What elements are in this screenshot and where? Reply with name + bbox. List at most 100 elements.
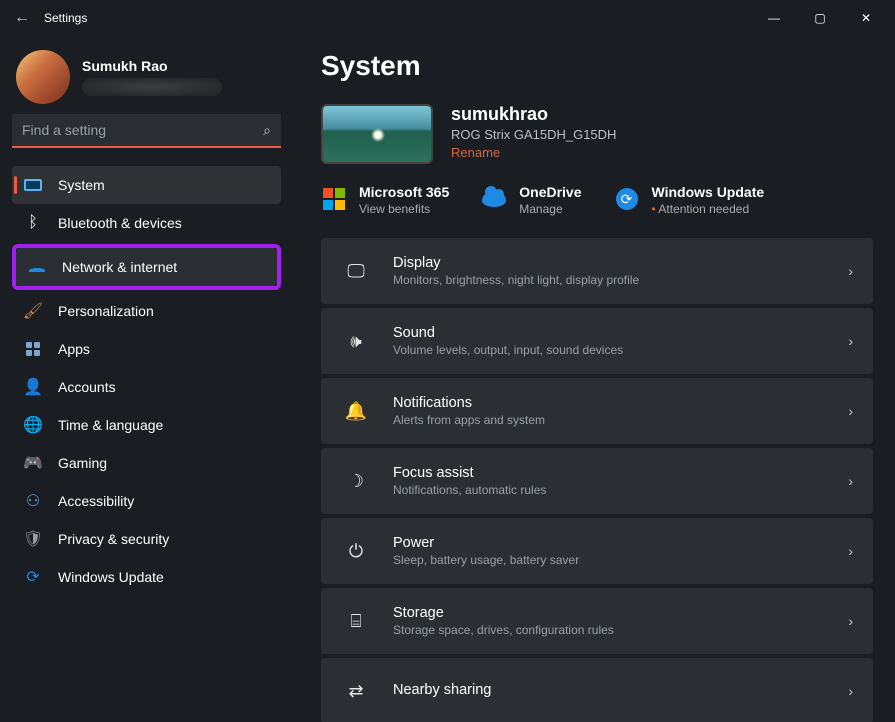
- card-title: Notifications: [393, 395, 545, 411]
- status-onedrive-sub: Manage: [519, 202, 581, 216]
- system-icon: [22, 176, 44, 194]
- person-icon: 👤: [22, 378, 44, 396]
- card-title: Power: [393, 535, 579, 551]
- device-row: sumukhrao ROG Strix GA15DH_G15DH Rename: [321, 104, 873, 164]
- page-title: System: [321, 50, 873, 82]
- status-update[interactable]: ⟳ Windows Update Attention needed: [614, 184, 765, 216]
- window-controls: — ▢ ✕: [751, 0, 889, 36]
- moon-icon: ☽: [341, 471, 371, 492]
- wifi-icon: [26, 258, 48, 276]
- sidebar-item-label: Personalization: [58, 303, 154, 319]
- card-storage[interactable]: ⌸ Storage Storage space, drives, configura…: [321, 588, 873, 654]
- card-subtitle: Storage space, drives, configuration rul…: [393, 623, 614, 637]
- profile-name: Sumukh Rao: [82, 58, 222, 74]
- card-subtitle: Monitors, brightness, night light, displ…: [393, 273, 639, 287]
- drive-icon: ⌸: [341, 611, 371, 632]
- sidebar-item-gaming[interactable]: 🎮 Gaming: [12, 444, 281, 482]
- sound-icon: 🕪: [341, 331, 371, 352]
- card-title: Focus assist: [393, 465, 546, 481]
- chevron-right-icon: ›: [848, 403, 853, 419]
- rename-link[interactable]: Rename: [451, 145, 616, 160]
- shield-icon: 🛡: [22, 530, 44, 548]
- chevron-right-icon: ›: [848, 543, 853, 559]
- sidebar-item-time[interactable]: 🌐 Time & language: [12, 406, 281, 444]
- status-update-sub: Attention needed: [652, 202, 765, 216]
- card-nearby[interactable]: ⇄ Nearby sharing ›: [321, 658, 873, 722]
- sync-icon: ⟳: [22, 568, 44, 586]
- sidebar-item-network[interactable]: Network & internet: [16, 248, 277, 286]
- card-display[interactable]: 🖵 Display Monitors, brightness, night ligh…: [321, 238, 873, 304]
- bell-icon: 🔔: [341, 401, 371, 422]
- sidebar-item-label: System: [58, 177, 105, 193]
- maximize-button[interactable]: ▢: [797, 0, 843, 36]
- status-onedrive[interactable]: OneDrive Manage: [481, 184, 581, 216]
- card-subtitle: Notifications, automatic rules: [393, 483, 546, 497]
- status-onedrive-title: OneDrive: [519, 184, 581, 200]
- brush-icon: 🖌: [22, 302, 44, 320]
- window-title: Settings: [44, 11, 87, 25]
- globe-clock-icon: 🌐: [22, 416, 44, 434]
- chevron-right-icon: ›: [848, 683, 853, 699]
- card-notifications[interactable]: 🔔NotificationsAlerts from apps and syste…: [321, 378, 873, 444]
- display-icon: 🖵: [341, 261, 371, 282]
- back-button[interactable]: ←: [6, 9, 38, 27]
- m365-icon: [321, 186, 347, 212]
- card-title: Nearby sharing: [393, 682, 491, 698]
- sidebar-item-accounts[interactable]: 👤 Accounts: [12, 368, 281, 406]
- status-m365-title: Microsoft 365: [359, 184, 449, 200]
- chevron-right-icon: ›: [848, 473, 853, 489]
- sidebar: Sumukh Rao ⌕ System ᛒ Bluetooth & devices N…: [0, 36, 295, 722]
- sidebar-item-label: Network & internet: [62, 259, 177, 275]
- gamepad-icon: 🎮: [22, 454, 44, 472]
- sidebar-item-personalization[interactable]: 🖌 Personalization: [12, 292, 281, 330]
- update-status-icon: ⟳: [614, 186, 640, 212]
- status-m365[interactable]: Microsoft 365 View benefits: [321, 184, 449, 216]
- status-m365-sub: View benefits: [359, 202, 449, 216]
- sidebar-item-apps[interactable]: Apps: [12, 330, 281, 368]
- card-subtitle: Volume levels, output, input, sound devi…: [393, 343, 623, 357]
- settings-card-list: 🖵 Display Monitors, brightness, night ligh…: [321, 238, 873, 722]
- sidebar-item-label: Accounts: [58, 379, 116, 395]
- main-panel: System sumukhrao ROG Strix GA15DH_G15DH …: [295, 36, 895, 722]
- sidebar-item-label: Bluetooth & devices: [58, 215, 182, 231]
- sidebar-item-system[interactable]: System: [12, 166, 281, 204]
- card-sound[interactable]: 🕪SoundVolume levels, output, input, soun…: [321, 308, 873, 374]
- sidebar-item-label: Gaming: [58, 455, 107, 471]
- sidebar-item-accessibility[interactable]: ⚇ Accessibility: [12, 482, 281, 520]
- sidebar-item-privacy[interactable]: 🛡 Privacy & security: [12, 520, 281, 558]
- device-hostname: sumukhrao: [451, 104, 616, 125]
- accessibility-icon: ⚇: [22, 492, 44, 510]
- sidebar-item-label: Privacy & security: [58, 531, 169, 547]
- minimize-button[interactable]: —: [751, 0, 797, 36]
- power-icon: ⏻: [341, 541, 371, 562]
- sidebar-item-update[interactable]: ⟳ Windows Update: [12, 558, 281, 596]
- sidebar-item-label: Accessibility: [58, 493, 134, 509]
- close-button[interactable]: ✕: [843, 0, 889, 36]
- device-thumbnail[interactable]: [321, 104, 433, 164]
- sidebar-item-label: Windows Update: [58, 569, 164, 585]
- card-title: Display: [393, 255, 639, 271]
- sidebar-item-label: Apps: [58, 341, 90, 357]
- search-wrap: ⌕: [12, 114, 281, 148]
- sidebar-item-label: Time & language: [58, 417, 163, 433]
- bluetooth-icon: ᛒ: [22, 214, 44, 232]
- profile-block[interactable]: Sumukh Rao: [16, 50, 281, 104]
- device-model: ROG Strix GA15DH_G15DH: [451, 127, 616, 142]
- avatar: [16, 50, 70, 104]
- status-row: Microsoft 365 View benefits OneDrive Man…: [321, 184, 873, 216]
- chevron-right-icon: ›: [848, 613, 853, 629]
- nav-list: System ᛒ Bluetooth & devices Network & inte…: [12, 166, 281, 596]
- search-icon: ⌕: [263, 122, 271, 139]
- card-title: Storage: [393, 605, 614, 621]
- chevron-right-icon: ›: [848, 333, 853, 349]
- apps-icon: [22, 340, 44, 358]
- profile-email-redacted: [82, 78, 222, 96]
- search-input[interactable]: [12, 114, 281, 148]
- card-power[interactable]: ⏻PowerSleep, battery usage, battery save…: [321, 518, 873, 584]
- card-focus[interactable]: ☽ Focus assist Notifications, automatic ru…: [321, 448, 873, 514]
- chevron-right-icon: ›: [848, 263, 853, 279]
- titlebar: ← Settings — ▢ ✕: [0, 0, 895, 36]
- highlight-annotation: Network & internet: [12, 244, 281, 290]
- sidebar-item-bluetooth[interactable]: ᛒ Bluetooth & devices: [12, 204, 281, 242]
- nearby-icon: ⇄: [341, 681, 371, 702]
